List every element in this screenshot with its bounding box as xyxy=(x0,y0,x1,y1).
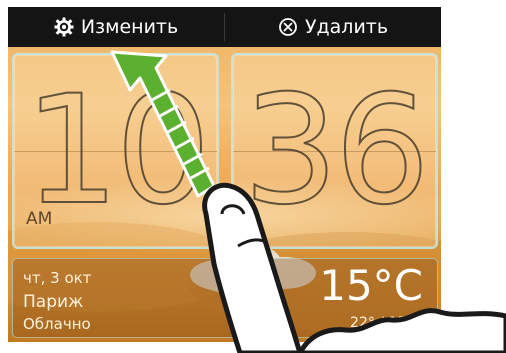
weather-range: 22° / 15°c xyxy=(350,315,421,331)
weather-condition: Облачно xyxy=(23,315,91,333)
gear-icon xyxy=(54,17,74,37)
minutes-card: 36 xyxy=(231,53,438,249)
weather-temperature: 15°C xyxy=(319,261,423,310)
weather-panel: чт, 3 окт Париж Облачно 15°C 22° / 15°c xyxy=(12,258,438,338)
clock-period: AM xyxy=(26,209,53,229)
edit-label: Изменить xyxy=(80,16,179,38)
weather-city: Париж xyxy=(23,292,84,312)
clock-minutes: 36 xyxy=(242,64,431,238)
weather-date: чт, 3 окт xyxy=(23,269,92,287)
action-bar: Изменить Удалить xyxy=(8,7,441,47)
delete-button[interactable]: Удалить xyxy=(225,7,441,47)
clock-weather-widget[interactable]: 10 AM 36 чт, 3 окт Париж Облачно 15°C 22… xyxy=(8,47,441,342)
edit-button[interactable]: Изменить xyxy=(8,7,224,47)
delete-label: Удалить xyxy=(304,16,389,38)
hours-card: 10 AM xyxy=(12,53,219,249)
circle-x-icon xyxy=(278,17,298,37)
